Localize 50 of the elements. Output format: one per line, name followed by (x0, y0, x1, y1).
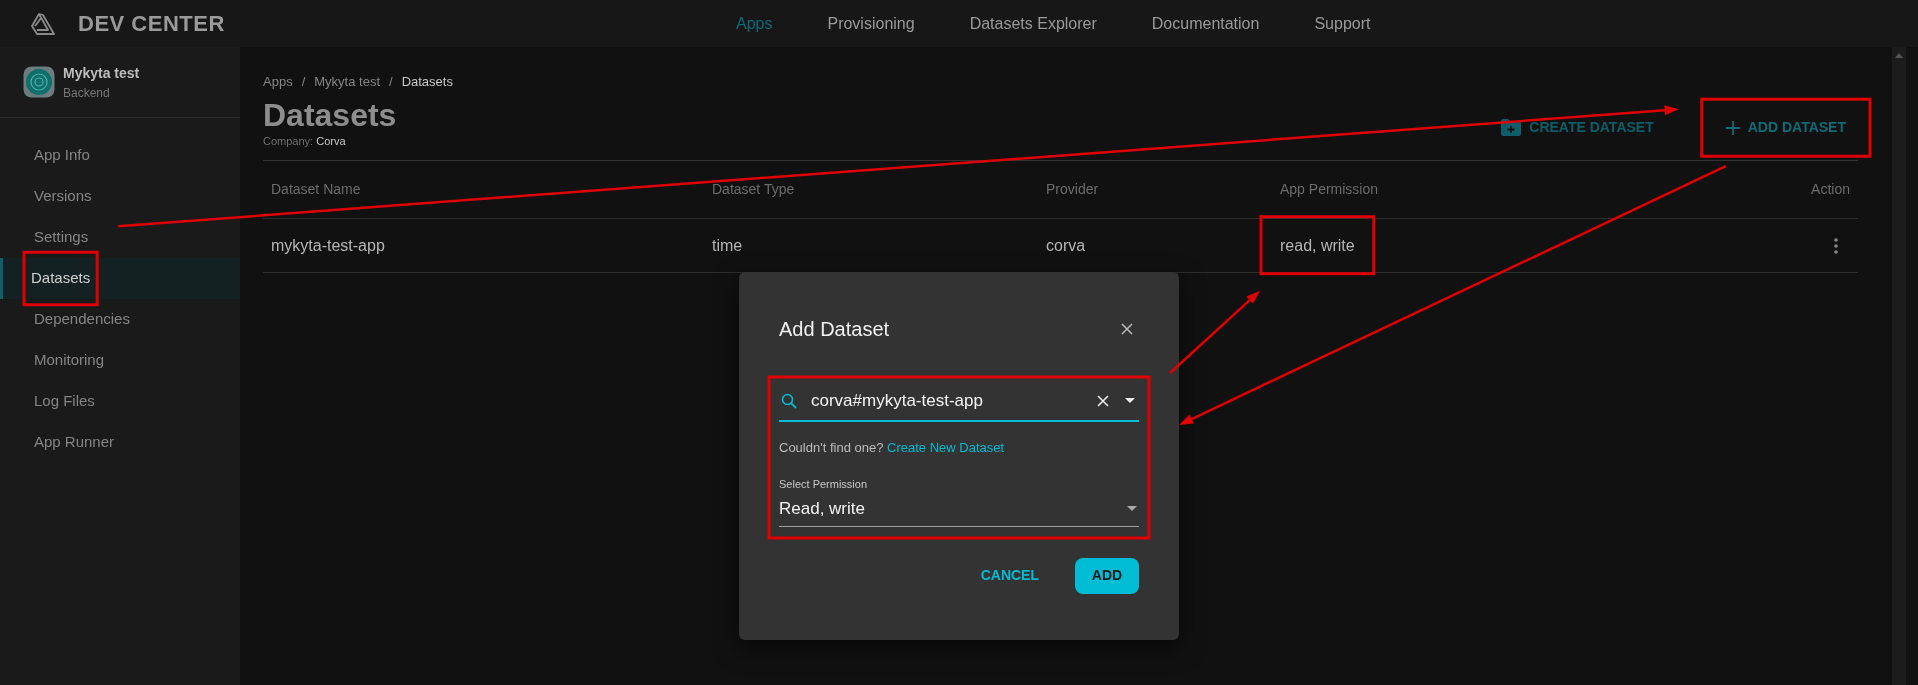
cancel-button[interactable]: CANCEL (968, 557, 1051, 594)
nav-link[interactable]: Support (1314, 11, 1371, 36)
app-subtitle: Backend (63, 84, 111, 102)
app-name: Mykyta test (63, 63, 140, 83)
logo-icon (30, 11, 56, 36)
app-logo-text: DEV CENTER (78, 10, 225, 38)
nav-link[interactable]: Datasets Explorer (969, 11, 1097, 36)
company-text: Company: Corva (263, 133, 347, 149)
column-header: App Permission (1272, 160, 1758, 219)
app-avatar-icon (23, 66, 55, 98)
dropdown-caret-icon (1127, 505, 1137, 511)
sidebar-item[interactable]: Log Files (0, 381, 240, 422)
column-header: Action (1758, 160, 1858, 219)
column-header: Dataset Name (263, 160, 704, 219)
field-label: Select Permission (779, 477, 869, 492)
sidebar-item[interactable]: Monitoring (0, 340, 240, 381)
sidebar-item[interactable]: Versions (0, 176, 240, 217)
add-button[interactable]: ADD (1075, 557, 1139, 594)
dialog-title: Add Dataset (779, 317, 890, 342)
page-title: Datasets (263, 97, 397, 133)
table-cell: mykyta-test-app (271, 236, 385, 254)
breadcrumb-link[interactable]: Mykyta test (314, 72, 380, 92)
clear-icon[interactable] (1097, 394, 1109, 407)
sidebar-item[interactable]: App Runner (0, 422, 240, 463)
breadcrumb-separator: / (389, 73, 393, 91)
plus-icon (1725, 120, 1740, 135)
table-cell: read, write (1280, 236, 1355, 254)
breadcrumb-link[interactable]: Apps (263, 72, 293, 92)
table-cell: corva (1046, 236, 1086, 254)
search-icon (781, 392, 797, 409)
scrollbar[interactable] (1892, 47, 1906, 685)
table-cell: time (712, 236, 743, 254)
search-field[interactable]: corva#mykyta-test-app (779, 388, 1139, 422)
more-options-icon[interactable] (1834, 238, 1838, 255)
helper-text: Couldn't find one? Create New Dataset (779, 438, 1006, 457)
sidebar-item[interactable]: Settings (0, 217, 240, 258)
dropdown-caret-icon[interactable] (1125, 398, 1135, 404)
nav-link[interactable]: Documentation (1151, 11, 1260, 36)
column-header: Dataset Type (704, 160, 1038, 219)
nav-link[interactable]: Provisioning (827, 11, 915, 36)
nav-link[interactable]: Apps (736, 11, 773, 36)
add-dataset-button[interactable]: ADD DATASET (1713, 111, 1858, 145)
close-icon[interactable] (1121, 323, 1133, 335)
sidebar-item[interactable]: App Info (0, 135, 240, 176)
sidebar-item[interactable]: Dependencies (0, 299, 240, 340)
create-dataset-link[interactable]: Create New Dataset (887, 439, 1005, 455)
breadcrumb-separator: / (301, 73, 306, 91)
sidebar-item[interactable]: Datasets (0, 258, 240, 299)
permission-select[interactable]: Read, write (779, 495, 1139, 527)
column-header: Provider (1038, 160, 1272, 219)
